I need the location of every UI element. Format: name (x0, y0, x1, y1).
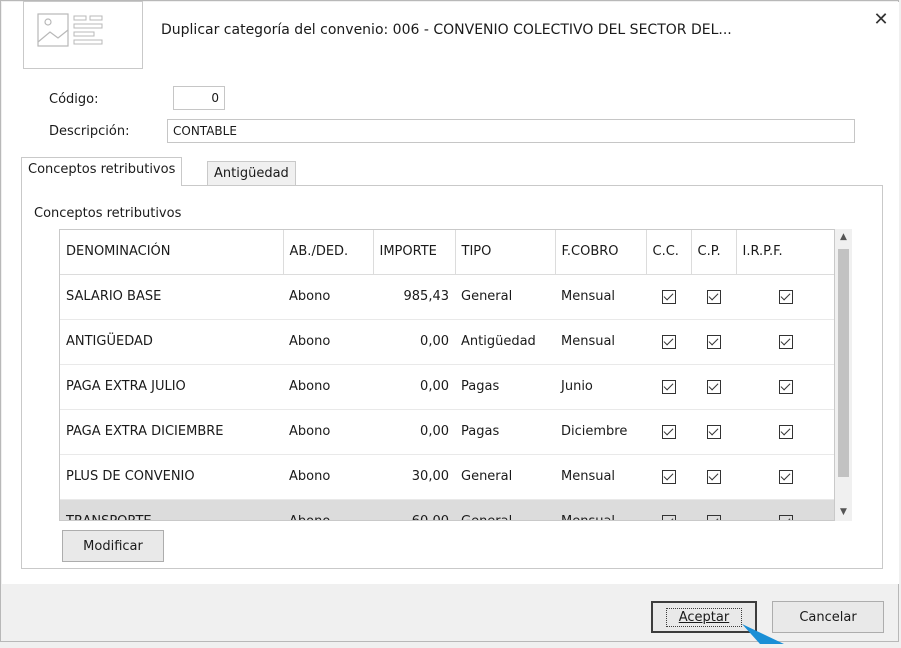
cell-denominacion: PAGA EXTRA JULIO (60, 364, 283, 410)
irpf-checkbox[interactable] (779, 289, 793, 304)
cell-f-cobro: Mensual (555, 319, 646, 365)
cc-checkbox[interactable] (661, 514, 676, 520)
table-row[interactable]: PAGA EXTRA JULIO Abono 0,00 Pagas Junio (60, 364, 834, 410)
cp-checkbox[interactable] (706, 289, 721, 304)
irpf-checkbox[interactable] (779, 424, 793, 439)
cc-checkbox[interactable] (661, 289, 676, 304)
cell-tipo: General (455, 274, 555, 320)
column-header-f-cobro[interactable]: F.COBRO (555, 230, 647, 275)
codigo-input[interactable] (173, 86, 225, 110)
column-header-cp[interactable]: C.P. (691, 230, 737, 275)
cc-checkbox[interactable] (661, 334, 676, 349)
scrollbar-thumb[interactable] (838, 249, 849, 477)
cell-tipo: General (455, 454, 555, 500)
cell-tipo: Antigüedad (455, 319, 555, 365)
cell-tipo: Pagas (455, 409, 555, 455)
duplicate-category-dialog: Duplicar categoría del convenio: 006 - C… (0, 0, 899, 642)
conceptos-table: DENOMINACIÓN AB./DED. IMPORTE TIPO F.COB… (59, 229, 835, 521)
table-row[interactable]: ANTIGÜEDAD Abono 0,00 Antigüedad Mensual (60, 319, 834, 365)
cp-checkbox[interactable] (706, 514, 721, 520)
irpf-checkbox[interactable] (779, 469, 793, 484)
image-placeholder-icon (23, 1, 143, 69)
close-icon[interactable]: ✕ (871, 10, 891, 30)
cell-denominacion: ANTIGÜEDAD (60, 319, 283, 365)
table-row[interactable]: PAGA EXTRA DICIEMBRE Abono 0,00 Pagas Di… (60, 409, 834, 455)
column-header-irpf[interactable]: I.R.P.F. (736, 230, 834, 275)
aceptar-button-label: Aceptar (665, 607, 743, 627)
chevron-down-icon[interactable]: ▼ (835, 504, 852, 521)
cell-denominacion: PLUS DE CONVENIO (60, 454, 283, 500)
cell-f-cobro: Junio (555, 364, 646, 410)
descripcion-input[interactable] (167, 119, 855, 143)
cell-tipo: General (455, 499, 555, 520)
cell-importe: 30,00 (373, 454, 455, 500)
cell-importe: 60,00 (373, 499, 455, 520)
cc-checkbox[interactable] (661, 424, 676, 439)
column-header-tipo[interactable]: TIPO (455, 230, 556, 275)
cp-checkbox[interactable] (706, 469, 721, 484)
table-row[interactable]: SALARIO BASE Abono 985,43 General Mensua… (60, 274, 834, 320)
table-row-selected[interactable]: TRANSPORTE Abono 60,00 General Mensual (60, 499, 834, 520)
table-row[interactable]: PLUS DE CONVENIO Abono 30,00 General Men… (60, 454, 834, 500)
cp-checkbox[interactable] (706, 424, 721, 439)
tab-panel-conceptos: Conceptos retributivos DENOMINACIÓN AB./… (21, 185, 883, 569)
cell-importe: 0,00 (373, 409, 455, 455)
cp-checkbox[interactable] (706, 334, 721, 349)
pointer-arrow-icon (740, 622, 790, 644)
modificar-button[interactable]: Modificar (62, 530, 164, 562)
irpf-checkbox[interactable] (779, 334, 793, 349)
cell-f-cobro: Mensual (555, 499, 646, 520)
codigo-label: Código: (49, 92, 99, 107)
table-scrollbar[interactable]: ▲ ▼ (835, 229, 852, 521)
group-label: Conceptos retributivos (34, 206, 182, 221)
dialog-title: Duplicar categoría del convenio: 006 - C… (161, 22, 732, 38)
cc-checkbox[interactable] (661, 469, 676, 484)
cell-importe: 0,00 (373, 364, 455, 410)
cell-importe: 0,00 (373, 319, 455, 365)
column-header-cc[interactable]: C.C. (646, 230, 692, 275)
cell-ab-ded: Abono (283, 274, 373, 320)
cell-importe: 985,43 (373, 274, 455, 320)
cell-denominacion: PAGA EXTRA DICIEMBRE (60, 409, 283, 455)
cell-ab-ded: Abono (283, 499, 373, 520)
cell-f-cobro: Diciembre (555, 409, 646, 455)
cell-denominacion: TRANSPORTE (60, 499, 283, 520)
tab-conceptos-retributivos[interactable]: Conceptos retributivos (21, 157, 183, 186)
cell-ab-ded: Abono (283, 454, 373, 500)
column-header-ab-ded[interactable]: AB./DED. (283, 230, 374, 275)
irpf-checkbox[interactable] (779, 514, 793, 520)
cell-tipo: Pagas (455, 364, 555, 410)
table-header-row: DENOMINACIÓN AB./DED. IMPORTE TIPO F.COB… (60, 230, 834, 275)
cell-ab-ded: Abono (283, 364, 373, 410)
cp-checkbox[interactable] (706, 379, 721, 394)
column-header-importe[interactable]: IMPORTE (373, 230, 456, 275)
chevron-up-icon[interactable]: ▲ (835, 229, 852, 246)
cell-denominacion: SALARIO BASE (60, 274, 283, 320)
tab-antiguedad[interactable]: Antigüedad (207, 161, 296, 187)
cell-ab-ded: Abono (283, 409, 373, 455)
cc-checkbox[interactable] (661, 379, 676, 394)
cell-ab-ded: Abono (283, 319, 373, 365)
irpf-checkbox[interactable] (779, 379, 793, 394)
cell-f-cobro: Mensual (555, 454, 646, 500)
column-header-denominacion[interactable]: DENOMINACIÓN (60, 230, 284, 275)
descripcion-label: Descripción: (49, 124, 130, 139)
cell-f-cobro: Mensual (555, 274, 646, 320)
